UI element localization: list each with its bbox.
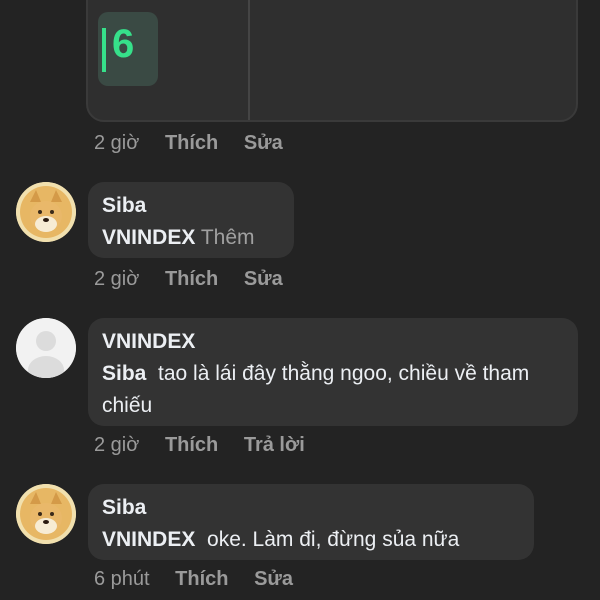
- comment-time: 2 giờ: [94, 132, 140, 154]
- avatar[interactable]: [16, 318, 76, 378]
- mention-link[interactable]: Siba: [102, 362, 146, 385]
- mention-link[interactable]: VNINDEX: [102, 226, 195, 249]
- like-button[interactable]: Thích: [165, 434, 218, 457]
- comment-meta-row: 2 giờ Thích Sửa: [94, 268, 303, 291]
- comment-bubble: Siba VNINDEX Thêm: [88, 182, 294, 258]
- comment-meta-row: 6 phút Thích Sửa: [94, 568, 313, 591]
- comment-body: tao là lái đây thằng ngoo, chiều về tham…: [102, 362, 530, 417]
- comment-text: VNINDEX Thêm: [102, 222, 280, 254]
- default-user-icon: [16, 318, 76, 378]
- comment-meta-row: 2 giờ Thích Trả lời: [94, 434, 325, 457]
- comment-text: VNINDEX oke. Làm đi, đừng sủa nữa: [102, 524, 520, 556]
- see-more-link[interactable]: Thêm: [201, 226, 255, 249]
- doge-avatar-icon: [16, 182, 76, 242]
- comment-meta-row: 2 giờ Thích Sửa: [94, 132, 303, 155]
- comment-time: 2 giờ: [94, 268, 140, 290]
- edit-button[interactable]: Sửa: [244, 132, 283, 155]
- comment-text: Siba tao là lái đây thằng ngoo, chiều về…: [102, 358, 564, 422]
- comment-author[interactable]: Siba: [102, 492, 520, 524]
- comment-time: 2 giờ: [94, 434, 140, 456]
- like-button[interactable]: Thích: [175, 568, 228, 591]
- avatar[interactable]: [16, 484, 76, 544]
- comment-bubble: Siba VNINDEX oke. Làm đi, đừng sủa nữa: [88, 484, 534, 560]
- embedded-image-card[interactable]: 6: [86, 0, 578, 122]
- comment-author[interactable]: VNINDEX: [102, 326, 564, 358]
- comment-author[interactable]: Siba: [102, 190, 280, 222]
- doge-avatar-icon: [16, 484, 76, 544]
- comment-body: oke. Làm đi, đừng sủa nữa: [207, 528, 460, 551]
- card-divider: [248, 0, 250, 120]
- comment-bubble: VNINDEX Siba tao là lái đây thằng ngoo, …: [88, 318, 578, 426]
- avatar[interactable]: [16, 182, 76, 242]
- thumbnail-number: 6: [101, 22, 135, 72]
- comment-time: 6 phút: [94, 568, 150, 590]
- mention-link[interactable]: VNINDEX: [102, 528, 195, 551]
- thumbnail: 6: [98, 12, 158, 86]
- like-button[interactable]: Thích: [165, 268, 218, 291]
- edit-button[interactable]: Sửa: [254, 568, 293, 591]
- reply-button[interactable]: Trả lời: [244, 434, 305, 457]
- edit-button[interactable]: Sửa: [244, 268, 283, 291]
- like-button[interactable]: Thích: [165, 132, 218, 155]
